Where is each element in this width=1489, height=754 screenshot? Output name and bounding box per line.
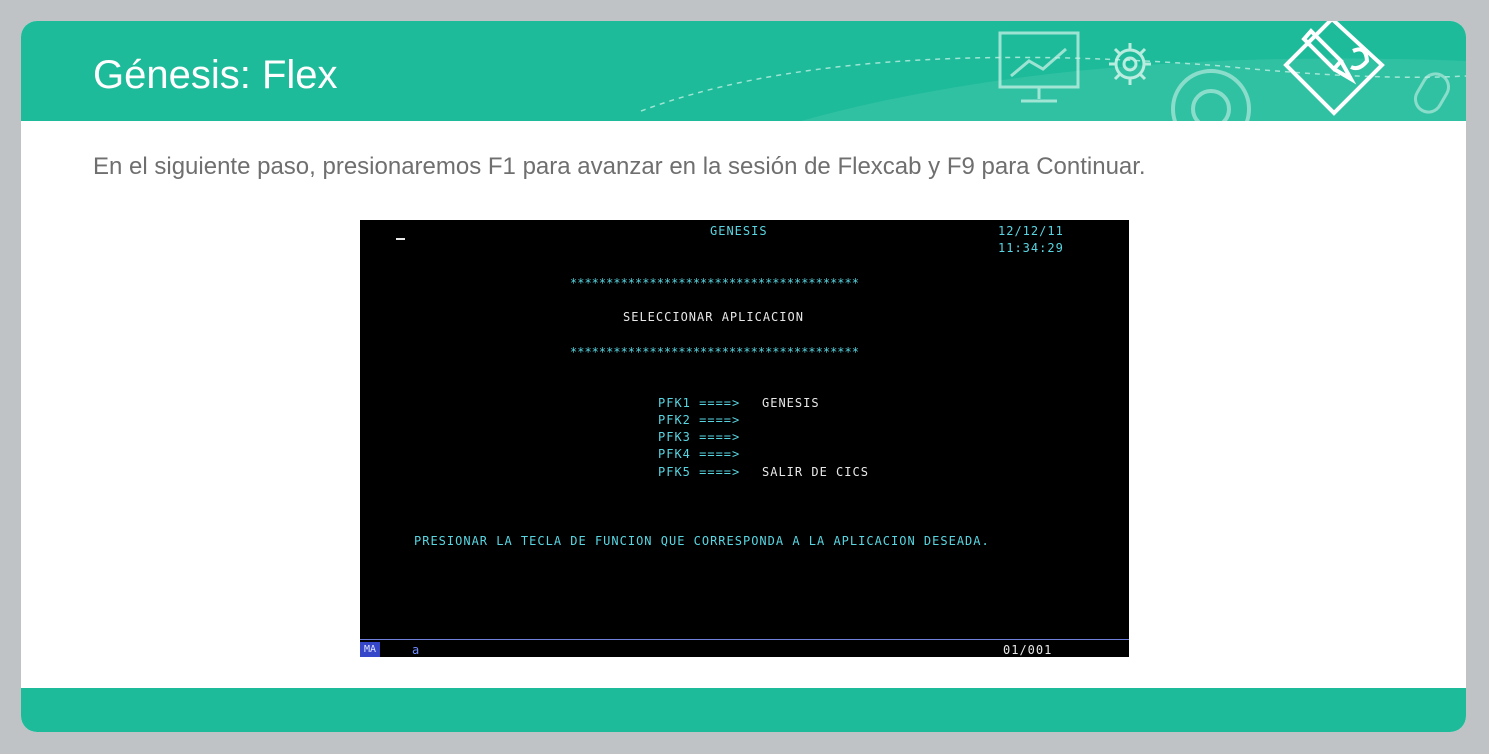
pfk3-key: PFK3 ====> xyxy=(658,430,741,444)
terminal-header: GENESIS xyxy=(710,224,768,238)
slide-body-text: En el siguiente paso, presionaremos F1 p… xyxy=(93,153,1146,180)
pfk5-key: PFK5 ====> xyxy=(658,465,741,479)
gear-icon xyxy=(1109,43,1151,85)
terminal-stars-top: **************************************** xyxy=(570,276,859,290)
pfk2-key: PFK2 ====> xyxy=(658,413,741,427)
pfk4-key: PFK4 ====> xyxy=(658,447,741,461)
slide-title: Génesis: Flex xyxy=(93,53,338,97)
terminal-mode-indicator: MA xyxy=(360,642,380,657)
slide-header: Génesis: Flex xyxy=(21,21,1466,121)
terminal-cursor-position: 01/001 xyxy=(1003,643,1053,657)
terminal-input-indicator: a xyxy=(412,643,421,657)
slide: Génesis: Flex En el siguiente paso, pres… xyxy=(21,21,1466,732)
pfk1-label: GENESIS xyxy=(762,396,820,410)
terminal-stars-bottom: **************************************** xyxy=(570,345,859,359)
terminal-date: 12/12/11 xyxy=(998,224,1064,238)
terminal-heading: SELECCIONAR APLICACION xyxy=(623,310,804,324)
pfk5-label: SALIR DE CICS xyxy=(762,465,869,479)
terminal-screenshot: GENESIS 12/12/11 11:34:29 **************… xyxy=(360,220,1129,657)
terminal-time: 11:34:29 xyxy=(998,241,1064,255)
terminal-status-bar: MA a 01/001 xyxy=(360,639,1129,657)
slide-footer xyxy=(21,688,1466,732)
terminal-instruction: PRESIONAR LA TECLA DE FUNCION QUE CORRES… xyxy=(414,534,990,548)
terminal-cursor xyxy=(396,238,405,240)
pfk1-key: PFK1 ====> xyxy=(658,396,741,410)
